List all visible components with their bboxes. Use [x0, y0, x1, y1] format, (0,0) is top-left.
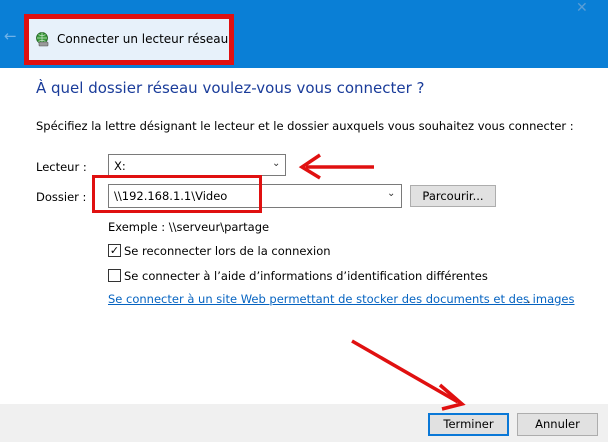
arrow-to-drive-letter — [298, 153, 374, 180]
example-text: Exemple : \\serveur\partage — [108, 220, 270, 234]
lecteur-label: Lecteur : — [36, 160, 87, 174]
dossier-label: Dossier : — [36, 190, 87, 204]
chevron-down-icon: ⌄ — [387, 188, 396, 199]
web-storage-link-text[interactable]: Se connecter à un site Web permettant de… — [108, 292, 574, 306]
other-credentials-label: Se connecter à l’aide d’informations d’i… — [124, 269, 488, 283]
chevron-down-icon: ⌄ — [272, 158, 281, 169]
instructions-text: Spécifiez la lettre désignant le lecteur… — [36, 119, 574, 133]
page-title: À quel dossier réseau voulez-vous vous c… — [36, 79, 425, 97]
drive-letter-value: X: — [114, 159, 126, 173]
reconnect-checkbox[interactable]: ✓ — [108, 244, 121, 257]
close-icon[interactable]: ✕ — [576, 0, 588, 16]
arrow-to-finish-button — [351, 339, 466, 411]
finish-button[interactable]: Terminer — [428, 413, 509, 436]
web-storage-link[interactable]: Se connecter à un site Web permettant de… — [108, 292, 574, 306]
network-drive-icon — [36, 32, 49, 47]
folder-annotation-box — [92, 175, 262, 213]
cancel-button[interactable]: Annuler — [517, 413, 598, 436]
back-arrow-icon[interactable]: ← — [4, 29, 17, 44]
link-suffix: . — [527, 292, 531, 306]
reconnect-label: Se reconnecter lors de la connexion — [124, 244, 331, 258]
other-credentials-checkbox[interactable] — [108, 269, 121, 282]
drive-letter-select[interactable]: X: ⌄ — [108, 154, 286, 176]
window-title: Connecter un lecteur réseau — [57, 32, 229, 46]
browse-button[interactable]: Parcourir... — [410, 185, 496, 207]
